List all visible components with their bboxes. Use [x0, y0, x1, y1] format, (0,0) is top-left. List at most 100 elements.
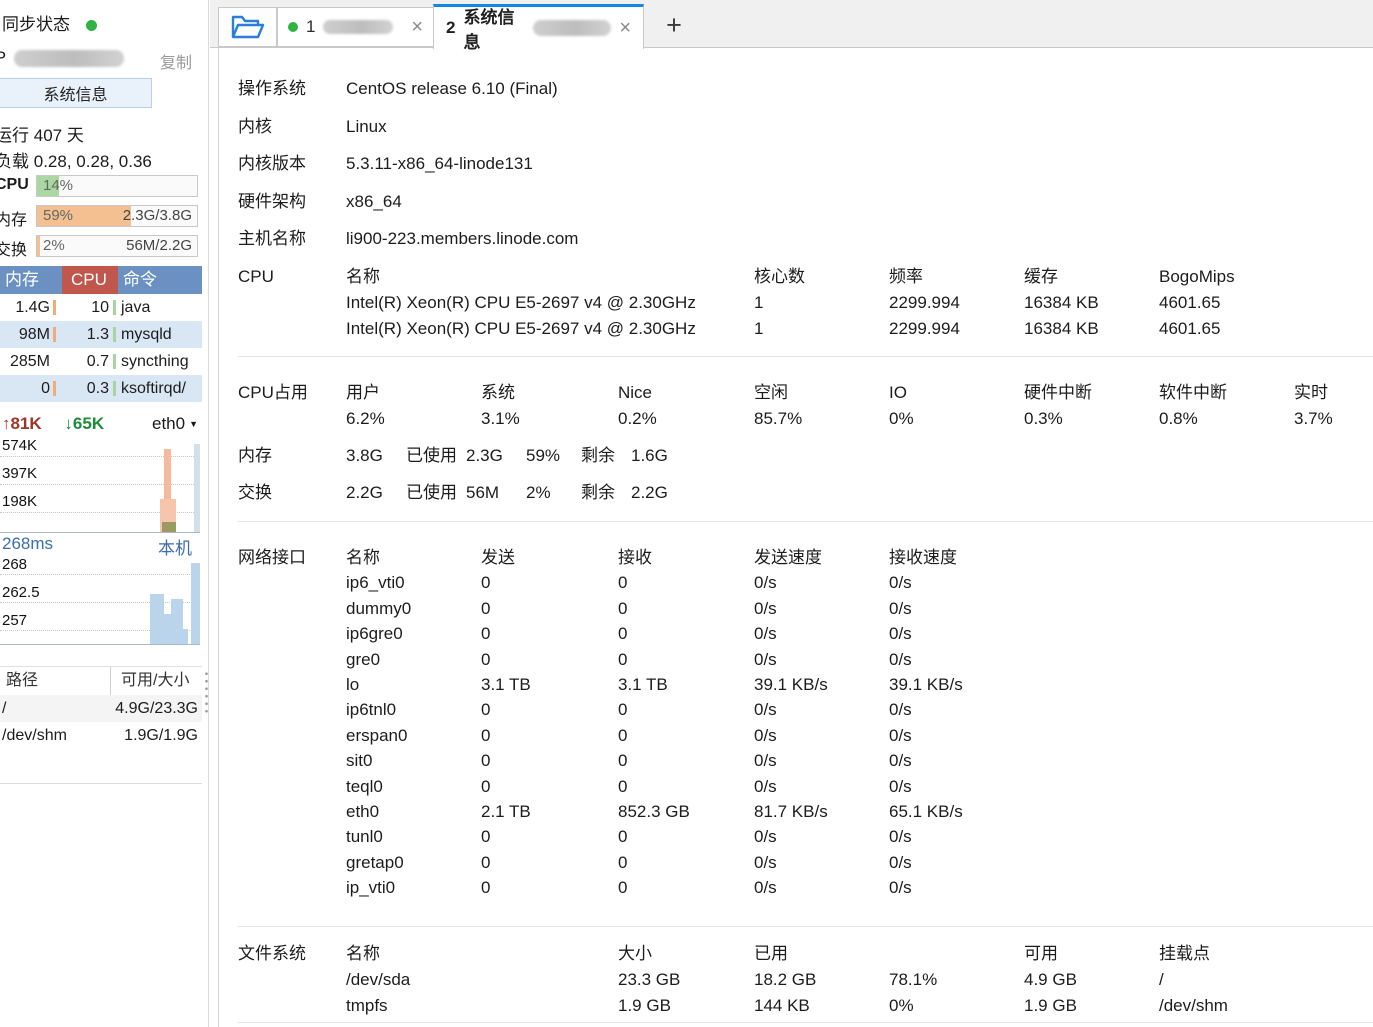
fs-name-cell: /dev/sda	[346, 967, 618, 993]
redacted-tab2-title	[533, 20, 611, 36]
memory-meter: 内存 59% 2.3G/3.8G	[0, 205, 202, 227]
chart-bar	[183, 629, 188, 644]
panel-drag-handle[interactable]	[203, 670, 209, 716]
process-command-cell: mysqld	[118, 321, 202, 348]
spacer-cell	[238, 774, 346, 799]
usage-header: 系统	[481, 380, 618, 406]
spacer-cell	[238, 875, 346, 900]
chart-bar	[191, 563, 200, 644]
fs-size-cell: 23.3 GB	[618, 967, 754, 993]
info-label: 主机名称	[238, 220, 346, 258]
fs-col-mountpoint: 挂载点	[1159, 941, 1373, 967]
swap-meter-fill	[37, 236, 40, 256]
info-value: x86_64	[346, 183, 1373, 221]
iface-received-cell: 0	[618, 647, 754, 672]
fs-col-used: 已用	[754, 941, 889, 967]
fs-section-label: 文件系统	[238, 941, 346, 967]
iface-sent-cell: 0	[481, 723, 618, 748]
process-header-memory[interactable]: 内存	[0, 266, 62, 294]
memory-meter-bar: 59% 2.3G/3.8G	[36, 205, 198, 227]
process-header-cpu[interactable]: CPU	[62, 266, 118, 294]
process-row[interactable]: 98M 1.3 mysqld	[0, 321, 202, 348]
tab-terminal-1[interactable]: 1 ×	[277, 7, 434, 47]
disk-header-path[interactable]: 路径	[0, 667, 110, 695]
sync-status-dot-icon	[86, 20, 97, 31]
process-row[interactable]: 285M 0.7 syncthing	[0, 348, 202, 375]
system-info-button[interactable]: 系统信息	[0, 78, 152, 108]
info-label: 硬件架构	[238, 183, 346, 221]
system-info-rows: 操作系统 CentOS release 6.10 (Final) 内核 Linu…	[219, 70, 1373, 258]
spacer-cell	[238, 799, 346, 824]
fs-mountpoint-cell: /dev/shm	[1159, 993, 1373, 1019]
iface-name-cell: ip6gre0	[346, 621, 481, 646]
open-connection-button[interactable]	[218, 7, 277, 47]
iface-received-cell: 0	[618, 850, 754, 875]
process-row[interactable]: 1.4G 10 java	[0, 294, 202, 321]
cpu-name-cell: Intel(R) Xeon(R) CPU E5-2697 v4 @ 2.30GH…	[346, 316, 754, 342]
swap-meter-label: 交换	[0, 236, 27, 260]
fs-used-cell: 18.2 GB	[754, 967, 889, 993]
net-axis-label: 198K	[2, 493, 37, 510]
iface-sent-cell: 0	[481, 774, 618, 799]
iface-recv-rate-cell: 0/s	[889, 621, 1373, 646]
iface-send-rate-cell: 0/s	[754, 570, 889, 595]
tab1-close-icon[interactable]: ×	[411, 17, 423, 37]
iface-send-rate-cell: 0/s	[754, 824, 889, 849]
iface-name-cell: tunl0	[346, 824, 481, 849]
iface-sent-cell: 0	[481, 697, 618, 722]
ping-target[interactable]: 本机	[158, 534, 192, 559]
iface-sent-cell: 3.1 TB	[481, 672, 618, 697]
process-header-command[interactable]: 命令	[118, 266, 202, 294]
tab-system-info-2[interactable]: 2 系统信息 ×	[433, 4, 644, 49]
fs-free-cell: 1.9 GB	[1024, 993, 1159, 1019]
info-row: 内核 Linux	[219, 108, 1373, 146]
spacer-cell	[238, 406, 346, 432]
disk-row[interactable]: / 4.9G/23.3G	[0, 695, 202, 722]
disk-header-free-size[interactable]: 可用/大小	[110, 667, 189, 695]
usage-header: 空闲	[754, 380, 889, 406]
usage-header: Nice	[618, 380, 754, 406]
cpu-meter-bar: 14%	[36, 175, 198, 197]
iface-sent-cell: 0	[481, 621, 618, 646]
memory-used: 2.3G	[466, 443, 526, 469]
disk-row[interactable]: /dev/shm 1.9G/1.9G	[0, 722, 202, 749]
usage-value: 0.2%	[618, 406, 754, 432]
swap-meter-bar: 2% 56M/2.2G	[36, 235, 198, 257]
fs-mountpoint-cell: /	[1159, 967, 1373, 993]
ping-axis-label: 268	[2, 556, 27, 573]
cpu-bogomips-cell: 4601.65	[1159, 290, 1373, 316]
new-tab-button[interactable]: +	[657, 8, 691, 42]
tab2-close-icon[interactable]: ×	[619, 18, 631, 38]
process-row[interactable]: 0 0.3 ksoftirqd/	[0, 375, 202, 402]
interface-selector[interactable]: eth0▼	[152, 414, 198, 434]
iface-name-cell: dummy0	[346, 596, 481, 621]
iface-name-cell: gre0	[346, 647, 481, 672]
iface-received-cell: 0	[618, 570, 754, 595]
copy-ip-button[interactable]: 复制	[160, 49, 192, 73]
iface-received-cell: 3.1 TB	[618, 672, 754, 697]
usage-value: 85.7%	[754, 406, 889, 432]
redacted-ip-value	[14, 50, 124, 67]
cpu-meter-percent: 14%	[43, 177, 73, 194]
swap-meter-detail: 56M/2.2G	[126, 237, 192, 254]
usage-header: IO	[889, 380, 1024, 406]
memory-summary-row: 内存 3.8G 已使用 2.3G 59% 剩余 1.6G	[219, 443, 1373, 469]
info-label: 操作系统	[238, 70, 346, 108]
tab-bar: 1 × 2 系统信息 × +	[210, 0, 1373, 48]
info-value: 5.3.11-x86_64-linode131	[346, 145, 1373, 183]
iface-sent-cell: 0	[481, 875, 618, 900]
usage-header: 硬件中断	[1024, 380, 1159, 406]
memory-meter-label: 内存	[0, 206, 27, 230]
fs-name-cell: tmpfs	[346, 993, 618, 1019]
process-cpu-cell: 1.3	[62, 321, 118, 348]
iface-sent-cell: 0	[481, 596, 618, 621]
filesystem-table: 文件系统 名称 大小 已用 可用 挂载点 /dev/sda 23.3 GB 18…	[219, 941, 1373, 1019]
fs-size-cell: 1.9 GB	[618, 993, 754, 1019]
spacer-cell	[238, 316, 346, 342]
swap-free-label: 剩余	[581, 480, 631, 506]
cpu-freq-cell: 2299.994	[889, 316, 1024, 342]
iface-received-cell: 0	[618, 824, 754, 849]
net-axis-label: 397K	[2, 465, 37, 482]
process-memory-cell: 285M	[0, 348, 62, 375]
uptime-row: 运行 407 天	[0, 121, 84, 146]
